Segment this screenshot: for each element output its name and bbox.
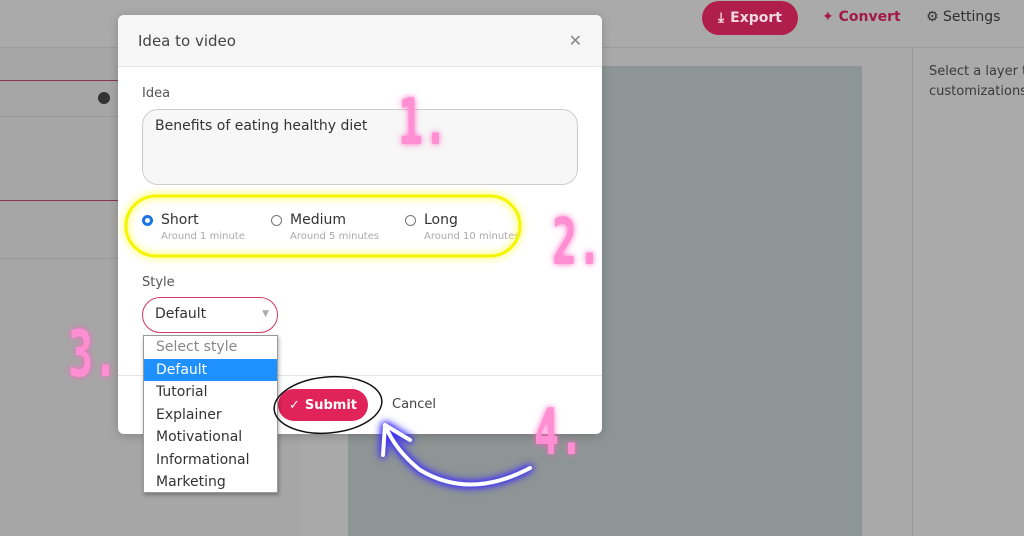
style-select[interactable]: Default ▼ bbox=[142, 297, 278, 333]
style-label: Style bbox=[142, 275, 175, 290]
download-icon: ⤓ bbox=[717, 10, 725, 26]
radio-long[interactable]: Long Around 10 minutes bbox=[405, 212, 519, 242]
sparkle-icon: ✦ bbox=[822, 9, 839, 25]
check-icon: ✓ bbox=[288, 397, 300, 413]
radio-short[interactable]: Short Around 1 minute bbox=[142, 212, 245, 242]
option-tutorial[interactable]: Tutorial bbox=[144, 381, 277, 404]
close-icon[interactable]: ✕ bbox=[569, 31, 582, 50]
dialog-header: Idea to video ✕ bbox=[118, 15, 602, 67]
caret-down-icon: ▼ bbox=[262, 309, 269, 319]
export-button[interactable]: ⤓ Export bbox=[702, 1, 798, 35]
step-number-2: 2. bbox=[552, 206, 603, 280]
gear-icon: ⚙ bbox=[926, 9, 944, 25]
step-number-1: 1. bbox=[398, 86, 449, 160]
radio-button[interactable] bbox=[271, 215, 282, 226]
radio-medium[interactable]: Medium Around 5 minutes bbox=[271, 212, 379, 242]
option-explainer[interactable]: Explainer bbox=[144, 404, 277, 427]
radio-button[interactable] bbox=[142, 215, 153, 226]
idea-textarea[interactable]: Benefits of eating healthy diet bbox=[142, 109, 578, 185]
radio-button[interactable] bbox=[405, 215, 416, 226]
cancel-button[interactable]: Cancel bbox=[392, 397, 436, 412]
step-number-3: 3. bbox=[68, 318, 119, 392]
style-dropdown: Select style Default Tutorial Explainer … bbox=[143, 335, 278, 493]
option-informational[interactable]: Informational bbox=[144, 449, 277, 472]
option-motivational[interactable]: Motivational bbox=[144, 426, 277, 449]
option-marketing[interactable]: Marketing bbox=[144, 471, 277, 494]
idea-label: Idea bbox=[142, 86, 171, 101]
step-number-4: 4. bbox=[534, 396, 585, 470]
option-select-style[interactable]: Select style bbox=[144, 336, 277, 359]
dialog-title: Idea to video bbox=[138, 31, 236, 50]
submit-button[interactable]: ✓ Submit bbox=[278, 389, 368, 421]
settings-button[interactable]: ⚙ Settings bbox=[926, 9, 1000, 25]
properties-panel: Select a layer t customizations bbox=[912, 48, 1024, 536]
play-icon[interactable] bbox=[98, 92, 110, 104]
option-default[interactable]: Default bbox=[144, 358, 277, 381]
convert-button[interactable]: ✦ Convert bbox=[822, 9, 901, 25]
